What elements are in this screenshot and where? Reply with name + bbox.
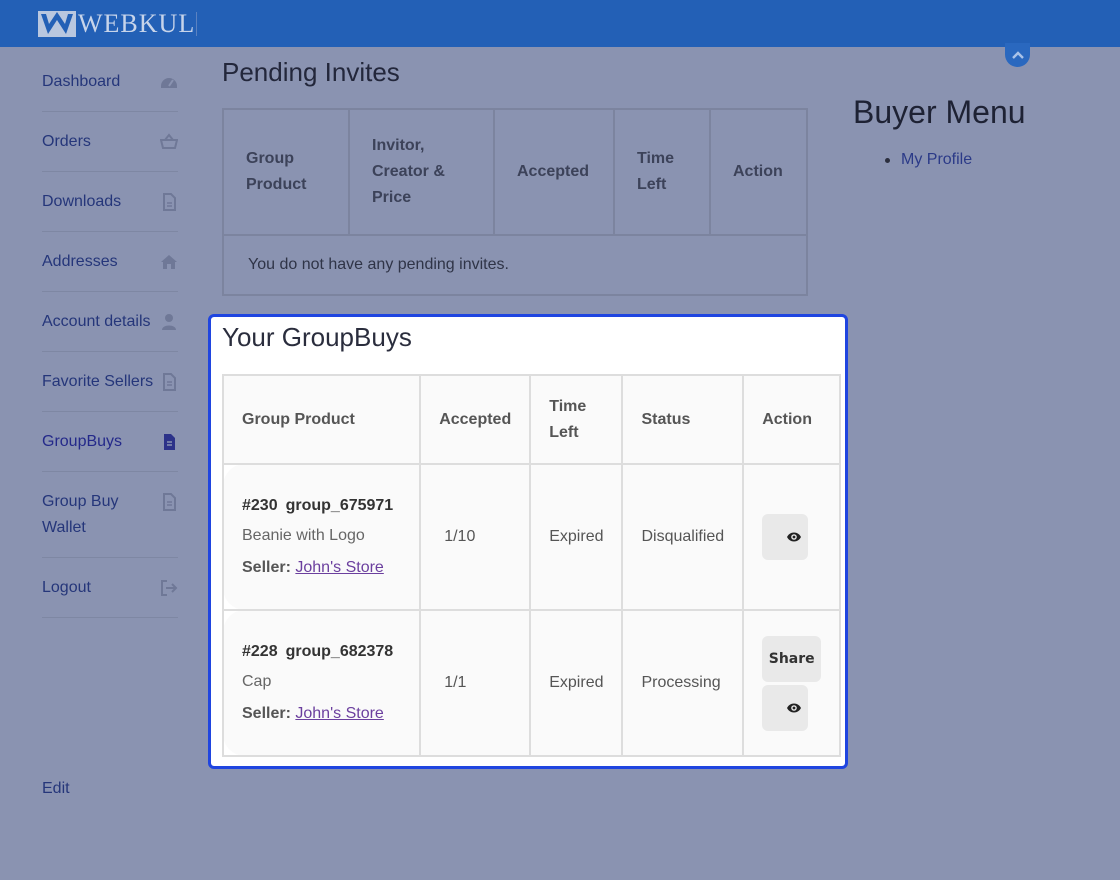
- table-row: You do not have any pending invites.: [222, 234, 808, 296]
- group-product-cell: #228 group_682378 Cap Seller: John's Stor…: [221, 609, 422, 757]
- status-cell: Processing: [621, 609, 745, 757]
- groupbuys-title: Your GroupBuys: [222, 322, 412, 352]
- top-header: WEBKUL: [0, 0, 1120, 47]
- document-icon: [163, 373, 176, 391]
- empty-message: You do not have any pending invites.: [222, 234, 808, 296]
- column-header: Time Left: [613, 108, 711, 236]
- table-row: #228 group_682378 Cap Seller: John's Stor…: [221, 609, 842, 757]
- document-icon: [163, 493, 176, 511]
- accepted-cell: 1/1: [419, 609, 532, 757]
- home-icon: [161, 255, 177, 269]
- table-row: #230 group_675971 Beanie with Logo Seller…: [221, 463, 842, 611]
- product-name: Beanie with Logo: [242, 527, 365, 544]
- action-cell: [742, 463, 842, 611]
- accepted-cell: 1/10: [419, 463, 532, 611]
- column-header: Action: [742, 374, 842, 465]
- column-header: Accepted: [493, 108, 615, 236]
- group-id: #228 group_682378: [242, 643, 394, 660]
- pending-invites-title: Pending Invites: [222, 57, 400, 87]
- account-sidebar: Dashboard Orders Downloads Addresses Acc…: [42, 52, 178, 618]
- dashboard-icon: [161, 78, 177, 88]
- sidebar-item-favorite-sellers[interactable]: Favorite Sellers: [42, 352, 178, 412]
- eye-icon: [787, 703, 802, 712]
- time-left-cell: Expired: [529, 463, 624, 611]
- edit-link[interactable]: Edit: [42, 780, 70, 798]
- back-to-top-button[interactable]: [1005, 43, 1030, 67]
- column-header: Accepted: [419, 374, 532, 465]
- column-header: Group Product: [222, 108, 350, 236]
- sidebar-item-orders[interactable]: Orders: [42, 112, 178, 172]
- groupbuys-table: Group Product Accepted Time Left Status …: [221, 374, 842, 757]
- seller-info: Seller: John's Store: [242, 559, 384, 576]
- sidebar-item-group-buy-wallet[interactable]: Group Buy Wallet: [42, 472, 178, 558]
- action-cell: Share: [742, 609, 842, 757]
- sidebar-item-account-details[interactable]: Account details: [42, 292, 178, 352]
- seller-link[interactable]: John's Store: [295, 559, 383, 576]
- time-left-cell: Expired: [529, 609, 624, 757]
- column-header: Action: [709, 108, 808, 236]
- brand-logo[interactable]: WEBKUL: [38, 11, 195, 37]
- buyer-menu-item-my-profile[interactable]: My Profile: [885, 151, 972, 169]
- basket-icon: [160, 133, 178, 149]
- share-button[interactable]: Share: [762, 635, 822, 682]
- sidebar-item-logout[interactable]: Logout: [42, 558, 178, 618]
- brand-name: WEBKUL: [78, 9, 196, 38]
- seller-link[interactable]: John's Store: [295, 705, 383, 722]
- sidebar-item-groupbuys[interactable]: GroupBuys: [42, 412, 178, 472]
- column-header: Invitor, Creator & Price: [348, 108, 495, 236]
- header-divider: [196, 12, 197, 36]
- eye-icon: [787, 532, 802, 542]
- sidebar-item-downloads[interactable]: Downloads: [42, 172, 178, 232]
- product-name: Cap: [242, 673, 272, 690]
- view-button[interactable]: [762, 514, 809, 560]
- sign-out-icon: [161, 580, 178, 596]
- view-button[interactable]: [762, 684, 809, 731]
- sidebar-item-dashboard[interactable]: Dashboard: [42, 52, 178, 112]
- group-id: #230 group_675971: [242, 497, 394, 514]
- buyer-menu-title: Buyer Menu: [853, 94, 1026, 130]
- buyer-menu-list: My Profile: [885, 151, 972, 169]
- table-header-row: Group Product Invitor, Creator & Price A…: [222, 108, 808, 236]
- group-product-cell: #230 group_675971 Beanie with Logo Seller…: [221, 463, 422, 611]
- pending-invites-table: Group Product Invitor, Creator & Price A…: [222, 108, 808, 296]
- sidebar-item-addresses[interactable]: Addresses: [42, 232, 178, 292]
- document-icon: [164, 434, 175, 450]
- column-header: Status: [621, 374, 745, 465]
- column-header: Time Left: [529, 374, 624, 465]
- webkul-logo-icon: [38, 11, 76, 37]
- seller-info: Seller: John's Store: [242, 705, 384, 722]
- table-header-row: Group Product Accepted Time Left Status …: [221, 374, 842, 465]
- status-cell: Disqualified: [621, 463, 745, 611]
- user-icon: [162, 314, 176, 330]
- file-icon: [163, 193, 176, 211]
- column-header: Group Product: [221, 374, 422, 465]
- chevron-up-icon: [1011, 51, 1024, 59]
